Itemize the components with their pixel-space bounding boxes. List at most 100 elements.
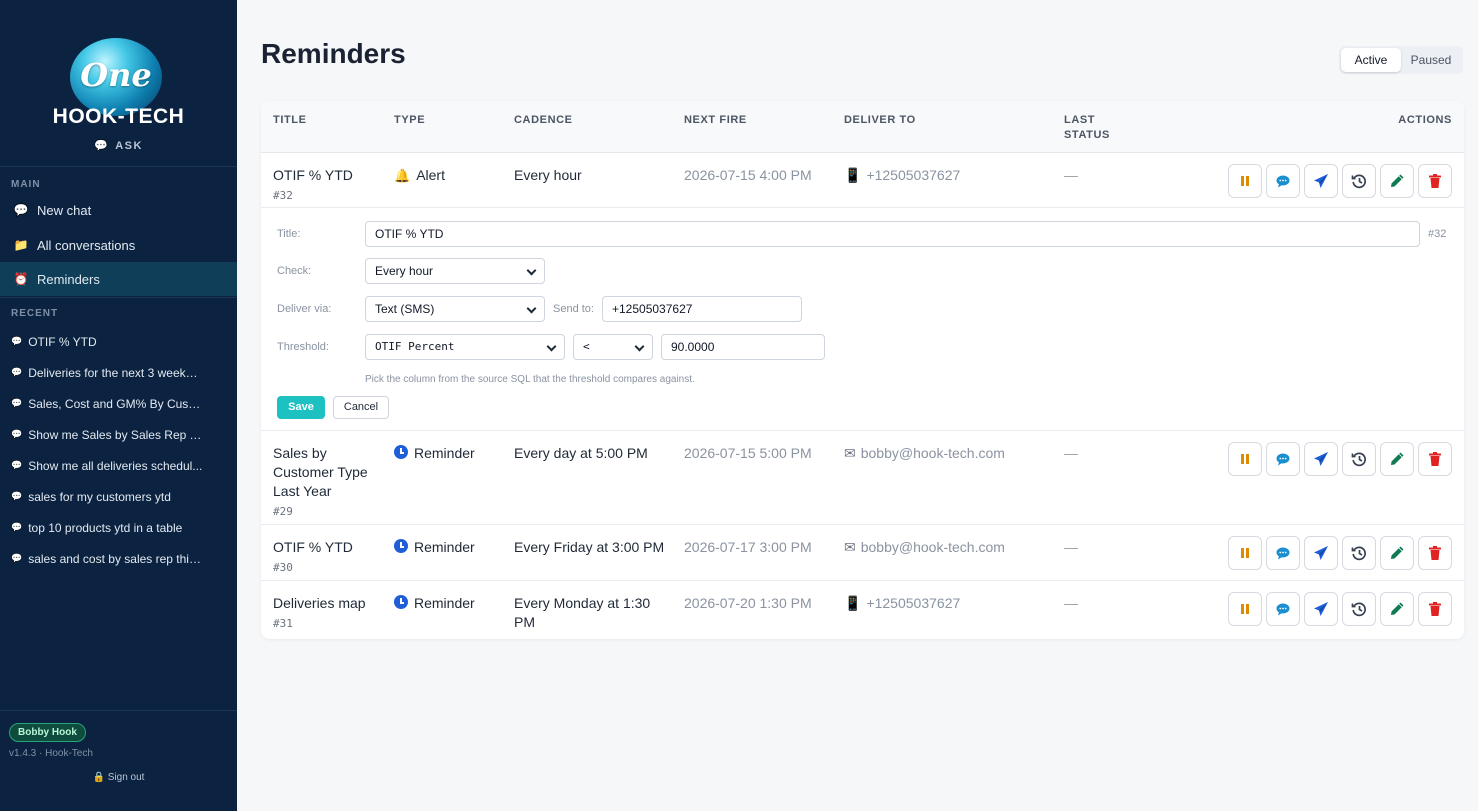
recent-item[interactable]: 💬 Deliveries for the next 3 weeks ... bbox=[0, 357, 237, 388]
tab-paused[interactable]: Paused bbox=[1401, 48, 1461, 72]
clock-icon bbox=[394, 539, 408, 553]
edit-pencil-icon bbox=[1389, 545, 1405, 561]
delete-button[interactable] bbox=[1418, 164, 1452, 198]
user-badge[interactable]: Bobby Hook bbox=[9, 723, 86, 742]
send-now-button[interactable] bbox=[1304, 442, 1338, 476]
reminder-deliver-to: ✉ bobby@hook-tech.com bbox=[844, 539, 1005, 555]
trash-icon bbox=[1427, 451, 1443, 467]
history-button[interactable] bbox=[1342, 164, 1376, 198]
sidebar-divider bbox=[0, 297, 237, 298]
reminder-type: Reminder bbox=[394, 538, 475, 557]
table-row: OTIF % YTD #32 🔔 Alert Every hour 2026-07-… bbox=[261, 153, 1464, 208]
row-actions bbox=[1228, 592, 1452, 626]
hook-tech-logo: One HOOK-TECH 💬 ASK bbox=[0, 34, 237, 159]
status-toggle: Active Paused bbox=[1339, 46, 1463, 74]
tab-active[interactable]: Active bbox=[1341, 48, 1401, 72]
history-button[interactable] bbox=[1342, 592, 1376, 626]
reminder-title: Sales by Customer Type Last Year #29 bbox=[273, 444, 385, 521]
send-icon bbox=[1313, 601, 1329, 617]
sidebar-item-reminders[interactable]: ⏰ Reminders bbox=[0, 262, 237, 296]
delete-button[interactable] bbox=[1418, 536, 1452, 570]
edit-button[interactable] bbox=[1380, 536, 1414, 570]
delete-button[interactable] bbox=[1418, 592, 1452, 626]
chat-icon bbox=[1275, 601, 1291, 617]
reminder-last-status: — bbox=[1064, 595, 1078, 611]
edit-pencil-icon bbox=[1389, 451, 1405, 467]
chat-button[interactable] bbox=[1266, 536, 1300, 570]
recent-item[interactable]: 💬 top 10 products ytd in a table bbox=[0, 512, 237, 543]
edit-button[interactable] bbox=[1380, 164, 1414, 198]
column-header-last-status: LAST STATUS bbox=[1064, 114, 1110, 141]
column-header-type: TYPE bbox=[394, 114, 426, 126]
speech-bubble-icon: 💬 bbox=[11, 460, 23, 470]
trash-icon bbox=[1427, 601, 1443, 617]
pause-button[interactable] bbox=[1228, 442, 1262, 476]
main-heading: MAIN bbox=[11, 179, 41, 190]
reminder-next-fire: 2026-07-17 3:00 PM bbox=[684, 539, 812, 555]
chat-icon bbox=[1275, 545, 1291, 561]
main-content: Reminders Active Paused TITLE TYPE CADEN… bbox=[237, 0, 1478, 811]
check-select[interactable]: Every hour bbox=[365, 258, 545, 284]
recent-item[interactable]: 💬 Show me Sales by Sales Rep YT... bbox=[0, 419, 237, 450]
threshold-column-select[interactable]: OTIF Percent bbox=[365, 334, 565, 360]
pause-button[interactable] bbox=[1228, 164, 1262, 198]
recent-item[interactable]: 💬 Sales, Cost and GM% By Custo... bbox=[0, 388, 237, 419]
chat-button[interactable] bbox=[1266, 164, 1300, 198]
cancel-button[interactable]: Cancel bbox=[333, 396, 389, 419]
sidebar-item-label: All conversations bbox=[37, 237, 136, 253]
phone-icon: 📱 bbox=[844, 595, 862, 611]
speech-bubble-icon: 💬 bbox=[11, 398, 23, 408]
send-now-button[interactable] bbox=[1304, 592, 1338, 626]
reminder-last-status: — bbox=[1064, 445, 1078, 461]
reminder-last-status: — bbox=[1064, 167, 1078, 183]
recent-item[interactable]: 💬 sales and cost by sales rep this ... bbox=[0, 543, 237, 574]
phone-icon: 📱 bbox=[844, 167, 862, 183]
reminder-editor: Title: OTIF % YTD #32 Check: Every hour … bbox=[261, 208, 1464, 431]
speech-bubble-icon: 💬 bbox=[11, 429, 23, 439]
recent-item[interactable]: 💬 OTIF % YTD bbox=[0, 326, 237, 357]
sign-out-link[interactable]: 🔒 Sign out bbox=[0, 772, 237, 783]
reminder-next-fire: 2026-07-15 5:00 PM bbox=[684, 445, 812, 461]
edit-button[interactable] bbox=[1380, 442, 1414, 476]
recent-item[interactable]: 💬 Show me all deliveries schedul... bbox=[0, 450, 237, 481]
clock-icon bbox=[394, 445, 408, 459]
threshold-operator-select[interactable]: < bbox=[573, 334, 653, 360]
history-icon bbox=[1351, 173, 1367, 189]
recent-item[interactable]: 💬 sales for my customers ytd bbox=[0, 481, 237, 512]
send-icon bbox=[1313, 451, 1329, 467]
send-now-button[interactable] bbox=[1304, 536, 1338, 570]
threshold-hint: Pick the column from the source SQL that… bbox=[365, 374, 695, 385]
pause-button[interactable] bbox=[1228, 592, 1262, 626]
delete-button[interactable] bbox=[1418, 442, 1452, 476]
chat-button[interactable] bbox=[1266, 592, 1300, 626]
sidebar-item-new-chat[interactable]: 💬 New chat bbox=[0, 193, 237, 227]
page-title: Reminders bbox=[261, 38, 406, 69]
brand-name: HOOK-TECH bbox=[52, 105, 185, 128]
trash-icon bbox=[1427, 173, 1443, 189]
send-now-button[interactable] bbox=[1304, 164, 1338, 198]
reminder-next-fire: 2026-07-20 1:30 PM bbox=[684, 595, 812, 611]
history-button[interactable] bbox=[1342, 536, 1376, 570]
history-button[interactable] bbox=[1342, 442, 1376, 476]
pause-button[interactable] bbox=[1228, 536, 1262, 570]
sidebar-item-all-conversations[interactable]: 📁 All conversations bbox=[0, 228, 237, 262]
alarm-clock-icon: ⏰ bbox=[13, 272, 29, 286]
recent-heading: RECENT bbox=[11, 308, 59, 319]
reminder-title: Deliveries map #31 bbox=[273, 594, 366, 633]
chat-icon bbox=[1275, 173, 1291, 189]
save-button[interactable]: Save bbox=[277, 396, 325, 419]
edit-button[interactable] bbox=[1380, 592, 1414, 626]
deliver-via-select[interactable]: Text (SMS) bbox=[365, 296, 545, 322]
table-row: Deliveries map #31 Reminder Every Monday … bbox=[261, 581, 1464, 639]
title-input[interactable]: OTIF % YTD bbox=[365, 221, 1420, 247]
threshold-value-input[interactable]: 90.0000 bbox=[661, 334, 825, 360]
send-to-input[interactable]: +12505037627 bbox=[602, 296, 802, 322]
clock-icon bbox=[394, 595, 408, 609]
threshold-label: Threshold: bbox=[277, 341, 329, 353]
sidebar-divider bbox=[0, 710, 237, 711]
chat-button[interactable] bbox=[1266, 442, 1300, 476]
version-label: v1.4.3 · Hook-Tech bbox=[9, 748, 93, 759]
column-header-title: TITLE bbox=[273, 114, 307, 126]
history-icon bbox=[1351, 451, 1367, 467]
envelope-icon: ✉ bbox=[844, 539, 856, 555]
